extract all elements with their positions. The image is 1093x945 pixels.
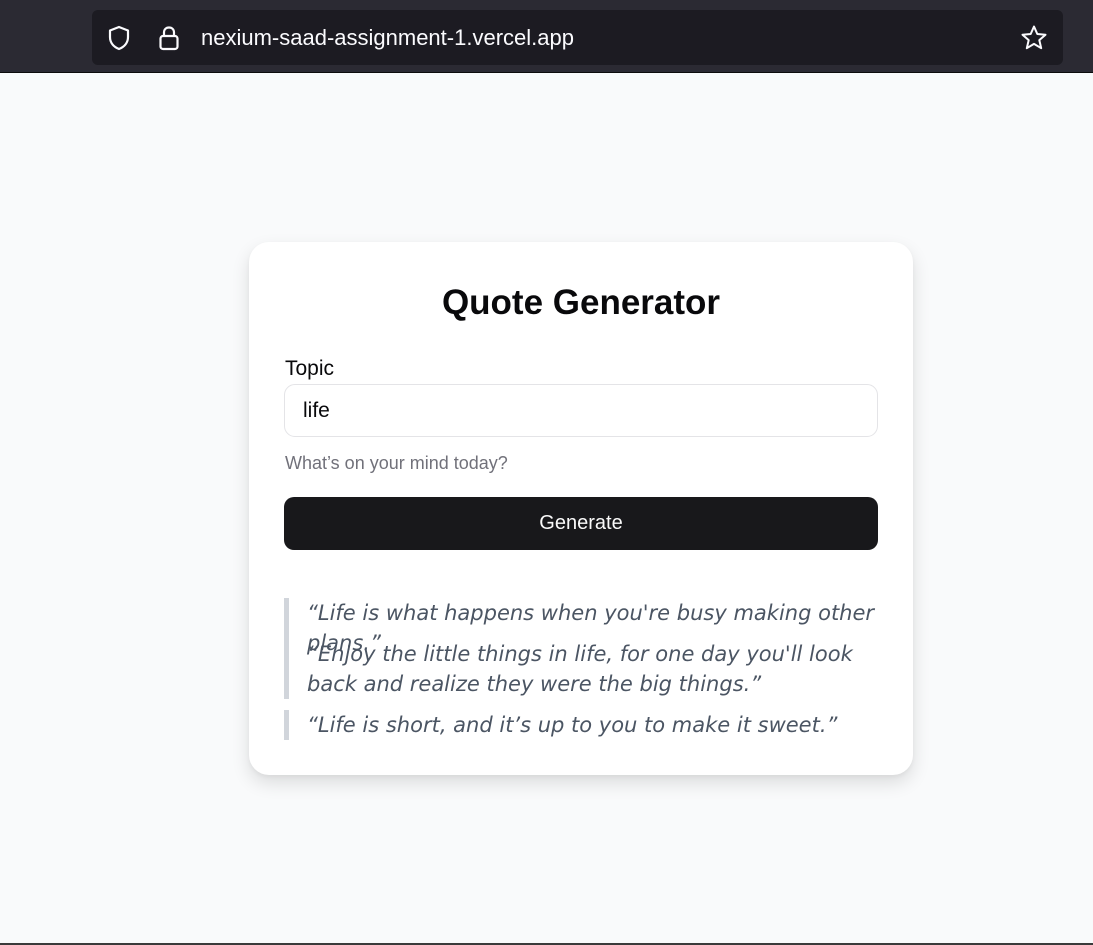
topic-label: Topic [285, 357, 335, 380]
generate-button[interactable]: Generate [284, 497, 878, 550]
quote-item: “Enjoy the little things in life, for on… [284, 639, 878, 699]
url-text[interactable]: nexium-saad-assignment-1.vercel.app [201, 24, 574, 52]
browser-toolbar: nexium-saad-assignment-1.vercel.app [0, 0, 1093, 73]
lock-icon[interactable] [155, 24, 183, 52]
quote-item: “Life is short, and it’s up to you to ma… [284, 710, 878, 740]
address-bar[interactable]: nexium-saad-assignment-1.vercel.app [92, 10, 1063, 65]
topic-hint: What’s on your mind today? [285, 453, 508, 473]
star-icon[interactable] [1020, 24, 1048, 52]
shield-icon[interactable] [105, 24, 133, 52]
quote-generator-card: Quote Generator Topic What’s on your min… [249, 242, 913, 775]
page-title: Quote Generator [441, 283, 721, 322]
topic-input[interactable] [284, 384, 878, 437]
